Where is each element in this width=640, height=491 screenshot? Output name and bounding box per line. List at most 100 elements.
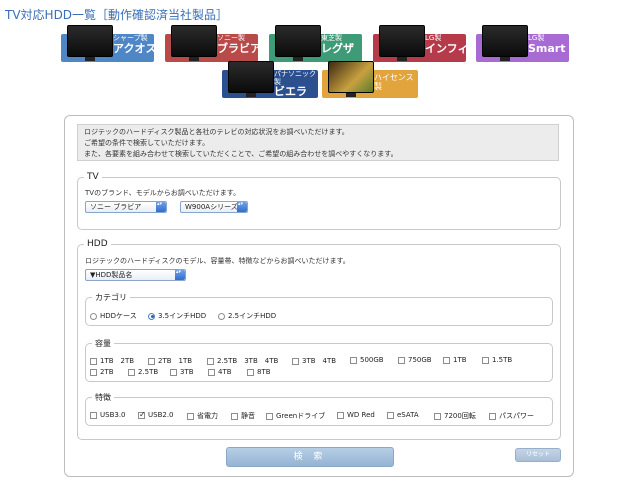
checkbox[interactable] [128, 368, 135, 376]
features-legend: 特徴 [95, 393, 111, 402]
checkbox[interactable] [434, 412, 441, 420]
radio-button[interactable] [90, 312, 97, 320]
brand-tile-hisense[interactable]: ハイセンス製 [322, 61, 418, 98]
tv-legend: TV [87, 172, 99, 182]
option-label: 3.5インチHDD [158, 312, 207, 320]
option-label: 1TB 2TB [100, 357, 135, 365]
checkbox[interactable] [90, 411, 97, 419]
hdd-product-select[interactable]: ▼HDD製品名 [85, 269, 186, 281]
checkbox[interactable] [207, 357, 214, 365]
option-label: Greenドライブ [276, 412, 326, 420]
tv-icon [328, 61, 374, 97]
option-label: WD Red [347, 411, 375, 419]
capacity-option[interactable]: 3TB [170, 368, 194, 376]
checkbox[interactable] [148, 357, 155, 365]
checkbox[interactable] [398, 356, 405, 364]
option-label: 2.5TB [138, 368, 159, 376]
brand-tile-viera[interactable]: パナソニック製 ビエラ [222, 61, 318, 99]
capacity-option[interactable]: 2.5TB [128, 368, 158, 376]
brand-name: ビエラ [274, 85, 307, 99]
option-label: 2.5インチHDD [228, 312, 277, 320]
checkbox[interactable] [489, 412, 496, 420]
tv-brand-select[interactable]: ソニー ブラビア [85, 201, 167, 213]
hdd-description: ロジテックのハードディスクのモデル、容量帯、特徴などからお調べいただけます。 [85, 257, 350, 265]
feature-option[interactable]: USB3.0 [90, 411, 126, 419]
checkbox[interactable] [266, 412, 273, 420]
radio-button[interactable] [218, 312, 225, 320]
checkbox[interactable] [90, 368, 97, 376]
category-option-hdd-case[interactable]: HDDケース [90, 311, 137, 321]
checkbox[interactable] [337, 411, 344, 419]
capacity-option[interactable]: 1.5TB [482, 356, 512, 364]
tv-description: TVのブランド、モデルからお調べいただけます。 [85, 189, 241, 197]
option-label: 7200回転 [444, 412, 476, 420]
checkbox[interactable] [482, 356, 489, 364]
brand-tile-infinia[interactable]: LG製 インフィニア [373, 25, 490, 62]
checkbox[interactable] [231, 412, 238, 420]
checkbox[interactable] [90, 357, 97, 365]
reset-button[interactable]: リセット [515, 448, 561, 462]
option-label: 500GB [360, 356, 384, 364]
brand-tile-regza[interactable]: 東芝製 レグザ [269, 25, 362, 62]
capacity-option[interactable]: 750GB [398, 356, 432, 364]
capacity-option[interactable]: 2.5TB 3TB 4TB [207, 356, 278, 366]
checkbox[interactable] [443, 356, 450, 364]
tv-icon [482, 25, 528, 61]
feature-option[interactable]: USB2.0 [138, 410, 174, 419]
brand-tile-lg-smart-tv[interactable]: LG製 Smart TV [476, 25, 585, 62]
page-title: TV対応HDD一覧［動作確認済当社製品］ [5, 8, 229, 22]
feature-option[interactable]: 省電力 [187, 411, 218, 421]
category-legend: カテゴリ [95, 293, 127, 302]
capacity-option[interactable]: 1TB 2TB [90, 356, 134, 366]
checkbox[interactable] [292, 357, 299, 365]
checkbox[interactable] [350, 356, 357, 364]
capacity-option[interactable]: 3TB 4TB [292, 356, 336, 366]
option-label: 省電力 [197, 412, 218, 420]
feature-option[interactable]: Greenドライブ [266, 411, 325, 421]
option-label: 1.5TB [492, 356, 513, 364]
option-label: USB3.0 [100, 411, 126, 419]
option-label: 4TB [218, 368, 232, 376]
tv-icon [379, 25, 425, 61]
brand-name: ブラビア [217, 41, 261, 55]
select-arrows-icon [156, 201, 166, 212]
tv-brand-select-value: ソニー ブラビア [90, 203, 142, 211]
feature-option[interactable]: eSATA [387, 411, 419, 419]
tv-icon [228, 61, 274, 97]
checkbox[interactable] [138, 410, 146, 419]
checkbox[interactable] [170, 368, 177, 376]
select-arrows-icon [237, 201, 247, 212]
checkbox[interactable] [187, 412, 194, 420]
brand-name: Smart TV [528, 41, 586, 55]
brand-name: ハイセンス製 [374, 73, 414, 91]
intro-line: ロジテックのハードディスク製品と各社のテレビの対応状況をお調べいただけます。 [84, 128, 349, 136]
capacity-option[interactable]: 2TB [90, 368, 114, 376]
tv-model-select[interactable]: W900Aシリーズ [180, 201, 248, 213]
category-option-25-hdd[interactable]: 2.5インチHDD [218, 311, 276, 321]
search-button[interactable]: 検 索 [226, 447, 394, 467]
brand-tile-aquos[interactable]: シャープ製 アクオス [61, 25, 156, 62]
capacity-option[interactable]: 1TB [443, 356, 467, 364]
feature-option[interactable]: WD Red [337, 411, 375, 419]
brand-tile-bravia[interactable]: ソニー製 ブラビア [165, 25, 261, 62]
checkbox[interactable] [247, 368, 254, 376]
capacity-option[interactable]: 8TB [247, 368, 271, 376]
feature-option[interactable]: 7200回転 [434, 411, 476, 421]
category-option-35-hdd[interactable]: 3.5インチHDD [148, 311, 206, 321]
intro-box: ロジテックのハードディスク製品と各社のテレビの対応状況をお調べいただけます。 ご… [77, 124, 559, 161]
feature-option[interactable]: 静音 [231, 411, 255, 421]
checkbox[interactable] [387, 411, 394, 419]
radio-button[interactable] [148, 312, 155, 320]
feature-option[interactable]: パスパワー [489, 411, 534, 421]
hdd-legend: HDD [87, 239, 108, 249]
hdd-product-select-value: ▼HDD製品名 [90, 271, 133, 279]
tv-model-select-value: W900Aシリーズ [185, 203, 238, 211]
capacity-option[interactable]: 500GB [350, 356, 384, 364]
checkbox[interactable] [208, 368, 215, 376]
capacity-option[interactable]: 4TB [208, 368, 232, 376]
option-label: 2TB 1TB [158, 357, 193, 365]
select-arrows-icon [175, 269, 185, 280]
capacity-option[interactable]: 2TB 1TB [148, 356, 192, 366]
tv-icon [171, 25, 217, 61]
option-label: 1TB [453, 356, 467, 364]
